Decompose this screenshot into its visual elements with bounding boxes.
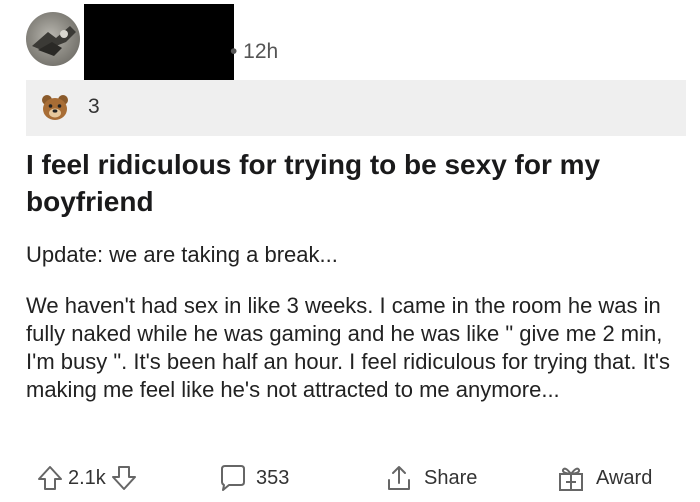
post-header: • 12h [0,0,700,82]
flair-count: 3 [88,95,100,118]
comment-icon [221,465,245,491]
post-time: • 12h [230,40,279,63]
award-label: Award [596,466,653,489]
share-button[interactable]: Share [384,458,477,498]
avatar[interactable] [26,12,80,66]
comments-button[interactable]: 353 [218,458,289,498]
bear-icon [42,95,68,120]
vote-count: 2.1k [68,466,106,489]
gift-icon [559,467,583,491]
post-update: Update: we are taking a break... [26,242,338,267]
post-body: We haven't had sex in like 3 weeks. I ca… [26,293,671,402]
comment-count: 353 [256,466,290,489]
redacted-username-extension [140,44,222,70]
share-icon [388,466,410,490]
post-title[interactable]: I feel ridiculous for trying to be sexy … [26,146,686,220]
vote-control: 2.1k [36,458,138,498]
flair-bar: 3 [26,80,686,136]
award-button[interactable]: Award [556,458,652,498]
upvote-icon[interactable] [36,464,64,492]
share-label: Share [424,466,478,489]
redacted-username [84,4,234,82]
action-bar: 2.1k 353 Share Award [0,458,700,498]
downvote-icon[interactable] [110,464,138,492]
